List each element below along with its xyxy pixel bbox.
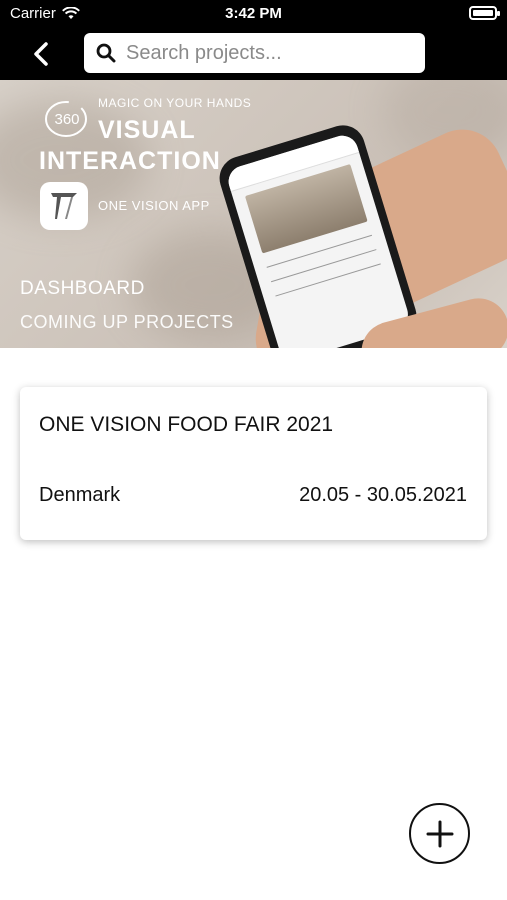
back-button[interactable] — [24, 38, 58, 70]
dashboard-heading: DASHBOARD — [20, 278, 145, 299]
project-dates: 20.05 - 30.05.2021 — [299, 484, 467, 506]
clock: 3:42 PM — [225, 5, 282, 22]
battery-icon — [469, 6, 500, 20]
hero-tagline: MAGIC ON YOUR HANDS — [98, 96, 252, 110]
chevron-left-icon — [34, 42, 48, 66]
project-country: Denmark — [39, 484, 121, 506]
search-box[interactable] — [84, 33, 425, 73]
project-card[interactable]: ONE VISION FOOD FAIR 2021 Denmark 20.05 … — [20, 387, 487, 540]
project-name: ONE VISION FOOD FAIR 2021 — [39, 413, 334, 436]
app-logo-icon — [40, 182, 88, 230]
status-bar: Carrier 3:42 PM — [0, 0, 507, 28]
hero-title-line2: INTERACTION — [39, 147, 221, 175]
360-badge-icon: 360 — [45, 101, 87, 137]
badge-text: 360 — [54, 111, 79, 128]
logo-mark-icon — [51, 193, 77, 219]
add-project-button[interactable] — [409, 803, 470, 864]
hero-banner: 360 MAGIC ON YOUR HANDS VISUAL INTERACTI… — [0, 80, 507, 348]
search-icon — [96, 43, 116, 63]
nav-bar — [0, 28, 507, 80]
hero-title-line1: VISUAL — [98, 116, 196, 144]
search-input[interactable] — [126, 41, 416, 65]
hero-app-name: ONE VISION APP — [98, 198, 210, 213]
upcoming-projects-heading: COMING UP PROJECTS — [20, 312, 234, 332]
plus-icon — [426, 820, 453, 847]
